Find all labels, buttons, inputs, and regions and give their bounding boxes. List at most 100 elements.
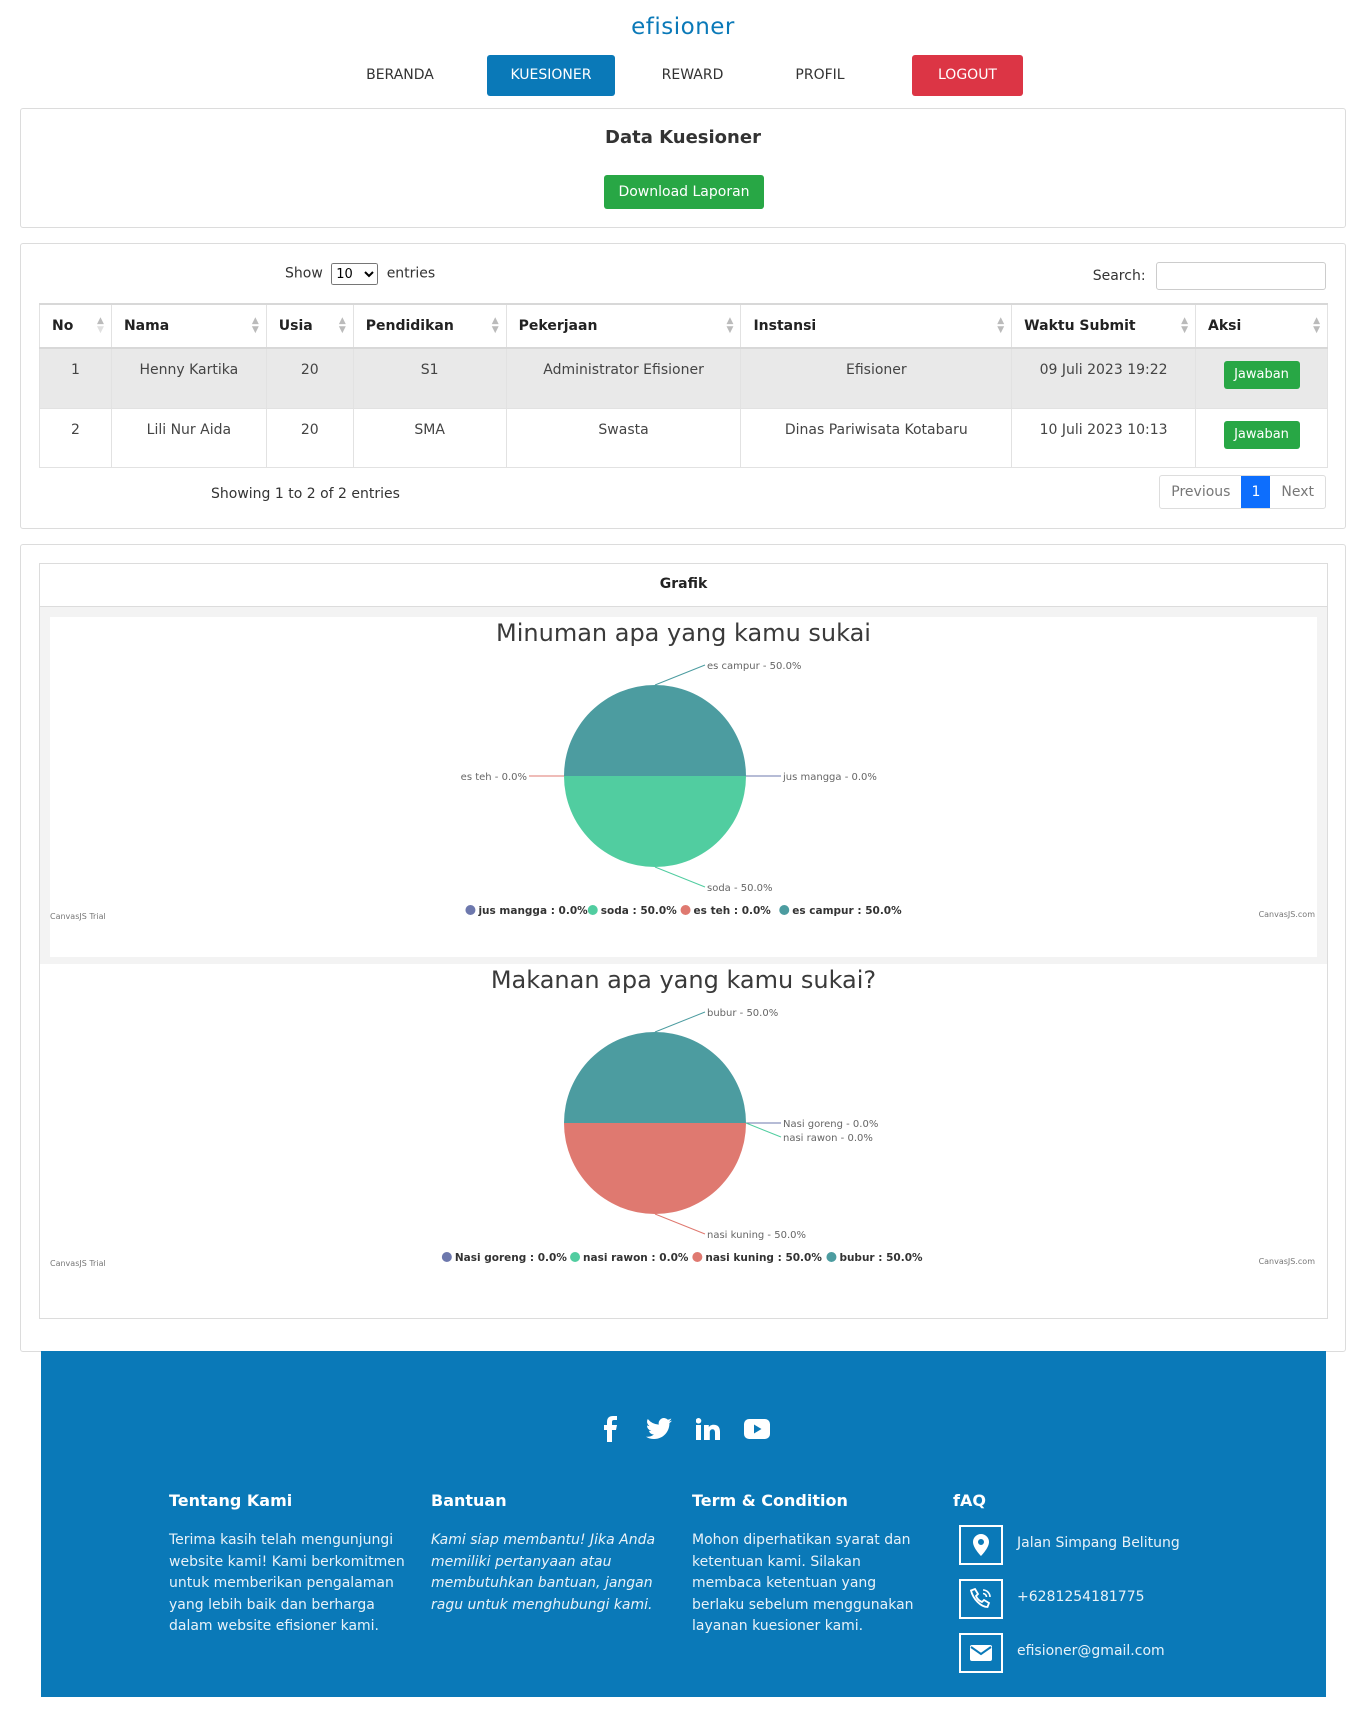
cell-no: 2 xyxy=(39,407,112,468)
pagination-next[interactable]: Next xyxy=(1270,476,1325,508)
cell-pekerjaan: Administrator Efisioner xyxy=(505,347,742,409)
chart-minuman-container: Minuman apa yang kamu sukai jus mangga - … xyxy=(40,607,1327,964)
search-control: Search: xyxy=(1093,262,1326,290)
cell-pekerjaan: Swasta xyxy=(505,407,742,468)
cell-aksi: Jawaban xyxy=(1195,347,1328,409)
pie-slice[interactable] xyxy=(564,1123,746,1214)
grafik-title: Grafik xyxy=(40,564,1327,607)
col-header-pendidikan[interactable]: Pendidikan ▲ ▼ xyxy=(352,303,507,349)
site-footer: Tentang Kami Terima kasih telah mengunju… xyxy=(41,1351,1326,1697)
pie-index-label: bubur - 50.0% xyxy=(707,1008,778,1019)
footer-col-title: fAQ xyxy=(953,1491,986,1510)
chart-minuman: Minuman apa yang kamu sukai jus mangga - … xyxy=(50,617,1317,957)
sort-icon: ▲ ▼ xyxy=(491,316,499,335)
contact-email-text[interactable]: efisioner@gmail.com xyxy=(1017,1643,1165,1659)
pie-connector xyxy=(654,1213,706,1235)
nav-reward[interactable]: REWARD xyxy=(635,55,750,96)
sort-asc-icon: ▲ ▼ xyxy=(97,316,104,335)
nav-beranda[interactable]: BERANDA xyxy=(340,55,460,96)
legend-marker xyxy=(441,1252,452,1262)
table-card: Show 102550100 entries Search: No▲▼ Nama… xyxy=(20,243,1346,529)
legend-marker xyxy=(570,1252,581,1262)
pie-connector xyxy=(654,866,706,888)
col-header-no[interactable]: No ▲ ▼ xyxy=(39,303,112,349)
download-report-button[interactable]: Download Laporan xyxy=(604,175,764,209)
col-header-usia[interactable]: Usia ▲ ▼ xyxy=(265,303,354,349)
footer-col-text: Mohon diperhatikan syarat dan ketentuan … xyxy=(692,1532,914,1634)
nav-kuesioner[interactable]: KUESIONER xyxy=(487,55,615,96)
cell-usia: 20 xyxy=(265,407,354,468)
search-input[interactable] xyxy=(1156,262,1326,290)
pagination-previous[interactable]: Previous xyxy=(1160,476,1241,508)
twitter-icon[interactable] xyxy=(641,1418,677,1444)
table-info: Showing 1 to 2 of 2 entries xyxy=(211,486,400,502)
table-row: 1 Henny Kartika 20 S1 Administrator Efis… xyxy=(39,347,1328,409)
legend-item[interactable]: soda : 50.0% xyxy=(601,905,677,917)
main-nav: BERANDA KUESIONER REWARD PROFIL LOGOUT xyxy=(340,55,1040,96)
cell-pendidikan: SMA xyxy=(352,407,507,468)
footer-col-text: Kami siap membantu! Jika Anda memiliki p… xyxy=(431,1532,656,1613)
legend-item[interactable]: es teh : 0.0% xyxy=(694,905,772,917)
pagination-page-1[interactable]: 1 xyxy=(1241,476,1271,508)
pie-index-label: es teh - 0.0% xyxy=(461,772,527,783)
nav-logout[interactable]: LOGOUT xyxy=(912,55,1023,96)
cell-pendidikan: S1 xyxy=(352,347,507,409)
credit-right[interactable]: CanvasJS.com xyxy=(1259,1257,1316,1266)
pie-slice[interactable] xyxy=(564,685,746,776)
legend-item[interactable]: nasi rawon : 0.0% xyxy=(583,1252,689,1264)
credit-right[interactable]: CanvasJS.com xyxy=(1259,910,1316,919)
pie-index-label: soda - 50.0% xyxy=(707,883,773,894)
legend-item[interactable]: jus mangga : 0.0% xyxy=(477,905,588,917)
cell-waktu: 09 Juli 2023 19:22 xyxy=(1011,347,1196,409)
kuesioner-table: No ▲ ▼ Nama ▲ ▼ Usia ▲ ▼ Pendidikan ▲ ▼ Pekerjaa… xyxy=(39,303,1328,468)
footer-col-term: Term & Condition Mohon diperhatikan syar… xyxy=(692,1491,932,1638)
credit-left: CanvasJS Trial xyxy=(50,912,106,921)
pie-connector xyxy=(745,1122,782,1138)
grafik-card: Grafik Minuman apa yang kamu sukai jus ma… xyxy=(20,544,1346,1352)
show-label: Show xyxy=(285,265,323,282)
col-header-pekerjaan[interactable]: Pekerjaan ▲ ▼ xyxy=(505,303,742,349)
legend-item[interactable]: bubur : 50.0% xyxy=(839,1252,923,1264)
phone-icon xyxy=(959,1579,1003,1619)
sort-icon: ▲ ▼ xyxy=(251,316,259,335)
pie-slice[interactable] xyxy=(564,1032,746,1123)
brand-logo[interactable]: efisioner xyxy=(0,14,1366,40)
col-header-aksi[interactable]: Aksi ▲ ▼ xyxy=(1195,303,1328,349)
jawaban-button[interactable]: Jawaban xyxy=(1223,420,1300,449)
footer-col-text: Terima kasih telah mengunjungi website k… xyxy=(169,1532,405,1634)
youtube-icon[interactable] xyxy=(739,1419,775,1443)
pie-index-label: jus mangga - 0.0% xyxy=(782,772,877,783)
data-kuesioner-card: Data Kuesioner Download Laporan xyxy=(20,108,1346,228)
cell-nama: Lili Nur Aida xyxy=(110,407,267,468)
pie-index-label: nasi kuning - 50.0% xyxy=(707,1230,806,1241)
legend-marker xyxy=(779,905,790,915)
social-links xyxy=(41,1416,1326,1446)
table-row: 2 Lili Nur Aida 20 SMA Swasta Dinas Pari… xyxy=(39,407,1328,468)
cell-waktu: 10 Juli 2023 10:13 xyxy=(1011,407,1196,468)
linkedin-icon[interactable] xyxy=(690,1418,726,1444)
legend-item[interactable]: es campur : 50.0% xyxy=(792,905,902,917)
cell-instansi: Dinas Pariwisata Kotabaru xyxy=(740,407,1013,468)
nav-profil[interactable]: PROFIL xyxy=(770,55,870,96)
facebook-icon[interactable] xyxy=(592,1416,628,1446)
sort-icon: ▲ ▼ xyxy=(338,316,346,335)
legend-item[interactable]: Nasi goreng : 0.0% xyxy=(455,1252,568,1264)
sort-icon: ▲ ▼ xyxy=(997,316,1005,335)
page-size-select[interactable]: 102550100 xyxy=(331,263,379,285)
jawaban-button[interactable]: Jawaban xyxy=(1223,361,1300,389)
pie-index-label: Nasi goreng - 0.0% xyxy=(783,1119,878,1130)
legend-item[interactable]: nasi kuning : 50.0% xyxy=(705,1252,822,1264)
credit-left: CanvasJS Trial xyxy=(50,1259,106,1268)
pie-index-label: es campur - 50.0% xyxy=(707,661,801,672)
pie-index-label: nasi rawon - 0.0% xyxy=(783,1133,873,1144)
legend-marker xyxy=(680,905,691,915)
legend-marker xyxy=(692,1252,703,1262)
pagination: Previous 1 Next xyxy=(1159,475,1326,509)
col-header-instansi[interactable]: Instansi ▲ ▼ xyxy=(740,303,1013,349)
pie-slice[interactable] xyxy=(564,776,746,867)
col-header-waktu-submit[interactable]: Waktu Submit ▲ ▼ xyxy=(1011,303,1196,349)
contact-address-text: Jalan Simpang Belitung xyxy=(1017,1535,1180,1551)
col-header-nama[interactable]: Nama ▲ ▼ xyxy=(110,303,267,349)
cell-aksi: Jawaban xyxy=(1195,407,1328,468)
footer-col-tentang: Tentang Kami Terima kasih telah mengunju… xyxy=(169,1491,409,1638)
